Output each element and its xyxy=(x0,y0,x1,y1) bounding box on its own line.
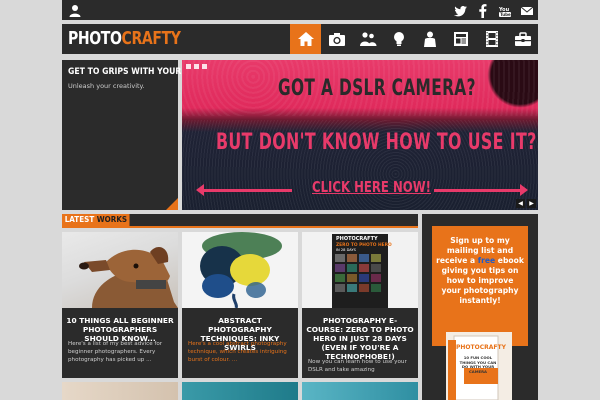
nav-people[interactable] xyxy=(352,24,383,54)
latest-works-bar: LATEST WORKS xyxy=(62,214,418,228)
toolbox-icon xyxy=(514,32,531,46)
slider-prev-button[interactable]: ◀ xyxy=(516,199,525,208)
film-icon xyxy=(485,31,498,47)
signup-free-word: free xyxy=(477,256,496,265)
corner-ribbon-icon xyxy=(166,198,178,210)
arrow-left-line xyxy=(200,189,292,192)
logo-text-crafty: CRAFTY xyxy=(121,28,181,49)
slider-controls: ◀ ▶ xyxy=(516,199,536,208)
post-excerpt: Now you can learn how to use your DSLR a… xyxy=(308,359,407,373)
post-card-partial[interactable] xyxy=(182,382,298,400)
hero-slider[interactable]: GOT A DSLR CAMERA? BUT DON'T KNOW HOW TO… xyxy=(182,60,538,210)
ebook-title: 10 FUN COOL THINGS YOU CAN DO WITH YOUR … xyxy=(459,355,497,374)
user-icon[interactable] xyxy=(68,3,82,17)
post-card[interactable]: PHOTOCRAFTY ZERO TO PHOTO HERO IN 28 DAY… xyxy=(302,232,418,378)
featured-panel[interactable]: GET TO GRIPS WITH YOUR DSLR Unleash your… xyxy=(62,60,207,210)
post-card[interactable]: ABSTRACT PHOTOGRAPHY TECHNIQUES: INKY SW… xyxy=(182,232,298,378)
sidebar: Sign up to my mailing list and receive a… xyxy=(422,214,538,400)
featured-title[interactable]: GET TO GRIPS WITH YOUR DSLR xyxy=(68,67,207,77)
latest-label-b: WORKS xyxy=(94,215,128,224)
ebook-brand: PHOTOCRAFTY xyxy=(456,344,506,351)
arrow-right-icon xyxy=(520,184,528,196)
post-excerpt: Here's a list of my best advice for begi… xyxy=(68,341,163,363)
arrow-right-line xyxy=(434,189,520,192)
latest-label-a: LATEST xyxy=(64,215,95,224)
hero-subheadline: BUT DON'T KNOW HOW TO USE IT? xyxy=(216,130,537,155)
ecourse-cover-brand: PHOTOCRAFTY xyxy=(336,236,378,242)
nav-articles[interactable] xyxy=(445,24,476,54)
post-card-partial[interactable] xyxy=(302,382,418,400)
post-title[interactable]: 10 THINGS ALL BEGINNER PHOTOGRAPHERS SHO… xyxy=(66,316,174,343)
home-icon xyxy=(297,32,314,46)
top-bar: You Tube xyxy=(62,0,538,20)
post-excerpt: Here's a cool abstract photography techn… xyxy=(188,341,287,363)
post-thumbnail[interactable] xyxy=(62,232,178,308)
post-thumbnail[interactable] xyxy=(182,232,298,309)
ink-swirl-image xyxy=(182,232,298,309)
dog-image xyxy=(79,247,178,308)
people-icon xyxy=(359,32,376,46)
nav-tips[interactable] xyxy=(383,24,414,54)
header: PHOTOCRAFTY xyxy=(62,24,538,54)
slider-next-button[interactable]: ▶ xyxy=(527,199,536,208)
lightbulb-icon xyxy=(393,32,404,46)
hero-headline: GOT A DSLR CAMERA? xyxy=(278,76,476,101)
slider-dots xyxy=(186,64,207,69)
post-card[interactable]: 10 THINGS ALL BEGINNER PHOTOGRAPHERS SHO… xyxy=(62,232,178,378)
nav-home[interactable] xyxy=(290,24,321,54)
signup-text: Sign up to my mailing list and receive a… xyxy=(436,236,524,306)
person-icon xyxy=(423,31,436,47)
camera-icon xyxy=(328,33,345,46)
post-card-partial[interactable] xyxy=(62,382,178,400)
ecourse-cover-sub: IN 28 DAYS xyxy=(336,248,356,252)
hero-cta-link[interactable]: CLICK HERE NOW! xyxy=(312,178,431,196)
main-nav xyxy=(290,24,538,54)
slider-dot[interactable] xyxy=(202,64,207,69)
nav-video[interactable] xyxy=(476,24,507,54)
post-title[interactable]: PHOTOGRAPHY E-COURSE: ZERO TO PHOTO HERO… xyxy=(306,316,414,361)
facebook-icon[interactable] xyxy=(476,3,490,18)
site-logo[interactable]: PHOTOCRAFTY xyxy=(68,28,181,49)
twitter-icon[interactable] xyxy=(454,3,468,17)
nav-tools[interactable] xyxy=(507,24,538,54)
newspaper-icon xyxy=(453,32,468,46)
ebook-cover[interactable]: PHOTOCRAFTY 10 FUN COOL THINGS YOU CAN D… xyxy=(446,332,512,400)
nav-camera[interactable] xyxy=(321,24,352,54)
arrow-left-icon xyxy=(196,184,204,196)
svg-text:Tube: Tube xyxy=(500,12,511,17)
slider-dot[interactable] xyxy=(186,64,191,69)
youtube-icon[interactable]: You Tube xyxy=(498,3,512,17)
email-icon[interactable] xyxy=(520,3,534,17)
logo-text-photo: PHOTO xyxy=(68,28,122,49)
featured-subtitle: Unleash your creativity. xyxy=(68,82,145,90)
nav-about[interactable] xyxy=(414,24,445,54)
slider-dot[interactable] xyxy=(194,64,199,69)
post-thumbnail[interactable]: PHOTOCRAFTY ZERO TO PHOTO HERO IN 28 DAY… xyxy=(302,232,418,308)
newsletter-signup[interactable]: Sign up to my mailing list and receive a… xyxy=(432,226,528,346)
latest-works-label: LATEST WORKS xyxy=(62,214,130,226)
